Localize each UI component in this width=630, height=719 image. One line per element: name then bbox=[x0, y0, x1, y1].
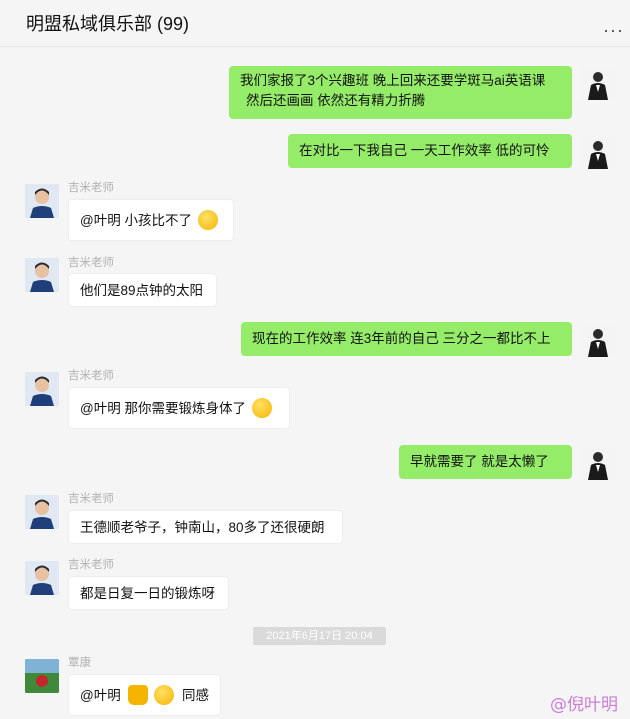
message-text: 他们是89点钟的太阳 bbox=[80, 283, 204, 298]
avatar[interactable] bbox=[581, 66, 615, 100]
sender-name: 吉米老师 bbox=[68, 257, 114, 269]
avatar[interactable] bbox=[25, 561, 59, 595]
thumbs-up-icon bbox=[128, 685, 149, 705]
message-bubble[interactable]: @叶明 同感 bbox=[68, 674, 221, 716]
sender-name: 吉米老师 bbox=[68, 182, 114, 194]
avatar[interactable] bbox=[581, 446, 615, 480]
message-bubble[interactable]: 他们是89点钟的太阳 bbox=[68, 273, 217, 307]
avatar[interactable] bbox=[25, 372, 59, 406]
watermark: @倪叶明 bbox=[550, 695, 618, 715]
sender-name: 覃康 bbox=[68, 657, 91, 669]
chat-title: 明盟私域俱乐部 (99) bbox=[26, 14, 190, 34]
message-text: 现在的工作效率 连3年前的自己 三分之一都比不上 bbox=[252, 331, 551, 346]
avatar[interactable] bbox=[25, 495, 59, 529]
message-bubble[interactable]: 现在的工作效率 连3年前的自己 三分之一都比不上 bbox=[241, 322, 572, 356]
avatar[interactable] bbox=[25, 258, 59, 292]
more-options-icon[interactable]: ··· bbox=[603, 20, 624, 41]
message-text: @叶明 小孩比不了 bbox=[80, 213, 192, 228]
message-bubble[interactable]: 早就需要了 就是太懒了 bbox=[399, 445, 572, 479]
message-bubble[interactable]: 都是日复一日的锻炼呀 bbox=[68, 576, 229, 610]
sender-name: 吉米老师 bbox=[68, 493, 114, 505]
message-text: 在对比一下我自己 一天工作效率 低的可怜 bbox=[299, 143, 550, 158]
avatar[interactable] bbox=[25, 184, 59, 218]
timestamp: 2021年6月17日 20:04 bbox=[253, 627, 386, 645]
message-text: 我们家报了3个兴趣班 晚上回来还要学斑马ai英语课 bbox=[240, 73, 546, 88]
sender-name: 吉米老师 bbox=[68, 559, 114, 571]
message-text: 都是日复一日的锻炼呀 bbox=[80, 586, 215, 601]
message-text: @叶明 bbox=[80, 688, 121, 703]
chat-header: 明盟私域俱乐部 (99) ··· bbox=[0, 0, 630, 47]
message-bubble[interactable]: 我们家报了3个兴趣班 晚上回来还要学斑马ai英语课 然后还画画 依然还有精力折腾 bbox=[229, 66, 572, 119]
message-text: 然后还画画 依然还有精力折腾 bbox=[246, 93, 426, 108]
message-bubble[interactable]: @叶明 小孩比不了 bbox=[68, 199, 234, 241]
thinking-emoji-icon bbox=[154, 685, 175, 705]
avatar[interactable] bbox=[581, 135, 615, 169]
message-text: 同感 bbox=[182, 688, 210, 703]
thinking-emoji-icon bbox=[251, 398, 272, 418]
message-bubble[interactable]: 王德顺老爷子，钟南山，80多了还很硬朗 bbox=[68, 510, 343, 544]
message-bubble[interactable]: @叶明 那你需要锻炼身体了 bbox=[68, 387, 290, 429]
avatar[interactable] bbox=[25, 659, 59, 693]
avatar[interactable] bbox=[581, 323, 615, 357]
message-text: @叶明 那你需要锻炼身体了 bbox=[80, 401, 246, 416]
message-text: 早就需要了 就是太懒了 bbox=[410, 454, 549, 469]
message-bubble[interactable]: 在对比一下我自己 一天工作效率 低的可怜 bbox=[288, 134, 572, 168]
grin-emoji-icon bbox=[197, 210, 218, 230]
sender-name: 吉米老师 bbox=[68, 370, 114, 382]
message-text: 王德顺老爷子，钟南山，80多了还很硬朗 bbox=[80, 520, 325, 535]
